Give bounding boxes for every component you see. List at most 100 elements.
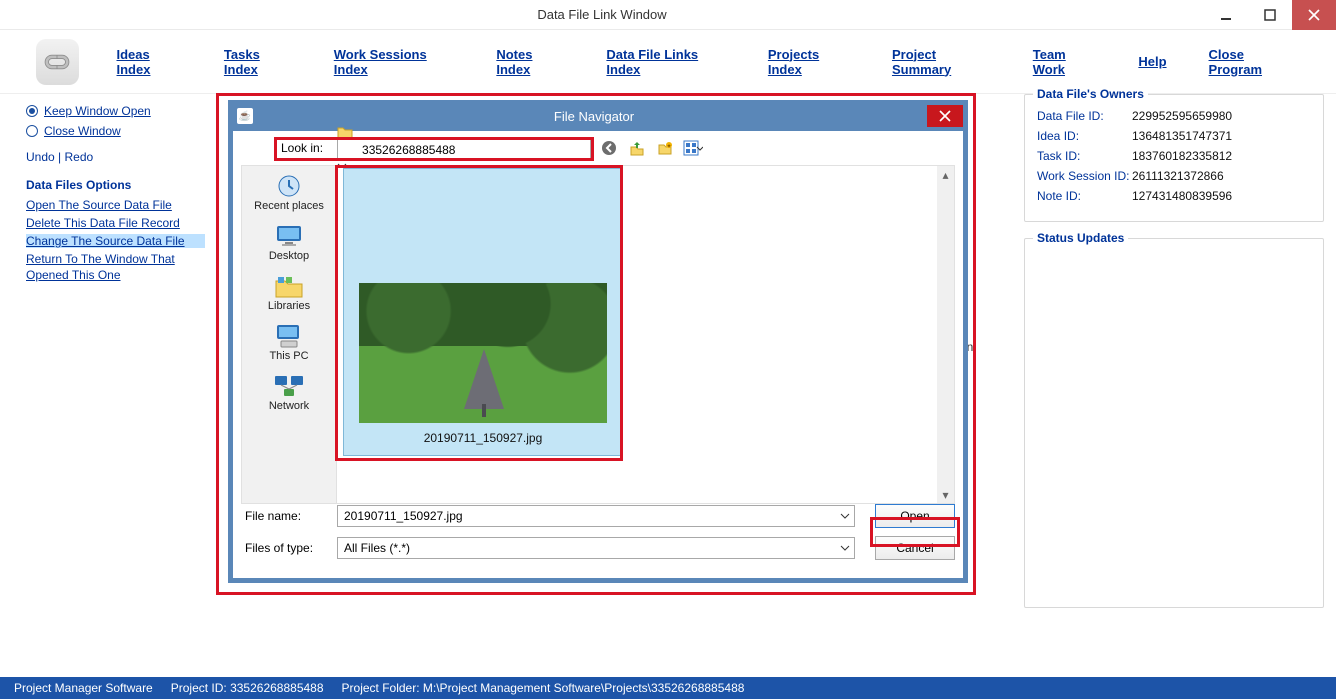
change-source-file-link[interactable]: Change The Source Data File xyxy=(26,234,205,248)
close-window-option[interactable]: Close Window xyxy=(26,124,205,138)
back-icon[interactable] xyxy=(599,138,619,158)
task-id-value: 183760182335812 xyxy=(1132,149,1232,163)
thispc-icon xyxy=(272,322,306,350)
place-libraries-label: Libraries xyxy=(268,300,310,312)
filename-value: 20190711_150927.jpg xyxy=(344,509,463,523)
menu-help[interactable]: Help xyxy=(1138,54,1166,69)
menu-data-file-links-index[interactable]: Data File Links Index xyxy=(606,47,725,77)
scrollbar[interactable]: ▴ ▾ xyxy=(937,166,954,503)
places-bar: Recent places Desktop Libraries This PC … xyxy=(241,165,337,504)
thumbnail-image xyxy=(359,283,607,423)
umbrella-icon xyxy=(459,349,509,417)
place-thispc[interactable]: This PC xyxy=(269,322,308,362)
keep-window-open-option[interactable]: Keep Window Open xyxy=(26,104,205,118)
dialog-toolbar: Look in: 33526268885488 ✦ xyxy=(235,131,961,161)
svg-text:✦: ✦ xyxy=(667,143,672,150)
window-titlebar: Data File Link Window xyxy=(0,0,1336,30)
network-icon xyxy=(272,372,306,400)
file-list-area[interactable]: 20190711_150927.jpg ▴ ▾ xyxy=(337,165,955,504)
dialog-body: Look in: 33526268885488 ✦ Recent places xyxy=(235,131,961,576)
status-project-id: Project ID: 33526268885488 xyxy=(171,681,324,695)
ws-id-label: Work Session ID: xyxy=(1037,169,1132,183)
chevron-down-icon xyxy=(840,543,850,553)
open-button[interactable]: Open xyxy=(875,504,955,528)
lookin-label: Look in: xyxy=(281,141,323,155)
menu-ideas-index[interactable]: Ideas Index xyxy=(117,47,182,77)
ws-id-value: 26111321372866 xyxy=(1132,169,1224,183)
lookin-value: 33526268885488 xyxy=(362,143,455,157)
place-desktop[interactable]: Desktop xyxy=(269,222,309,262)
filetype-select[interactable]: All Files (*.*) xyxy=(337,537,855,559)
scroll-down-icon[interactable]: ▾ xyxy=(937,486,954,503)
place-recent[interactable]: Recent places xyxy=(254,172,324,212)
menu-team-work[interactable]: Team Work xyxy=(1033,47,1097,77)
desktop-icon xyxy=(272,222,306,250)
scroll-up-icon[interactable]: ▴ xyxy=(937,166,954,183)
new-folder-icon[interactable]: ✦ xyxy=(655,138,675,158)
data-files-options-heading: Data Files Options xyxy=(26,178,205,192)
idea-id-value: 136481351747371 xyxy=(1132,129,1232,143)
recent-places-icon xyxy=(272,172,306,200)
undo-link[interactable]: Undo xyxy=(26,150,55,164)
place-network-label: Network xyxy=(269,400,309,412)
status-updates-legend: Status Updates xyxy=(1033,231,1128,245)
return-window-link[interactable]: Return To The Window That Opened This On… xyxy=(26,252,205,283)
place-thispc-label: This PC xyxy=(269,350,308,362)
filetype-label: Files of type: xyxy=(241,541,337,555)
libraries-icon xyxy=(272,272,306,300)
redo-link[interactable]: Redo xyxy=(64,150,93,164)
owners-groupbox: Data File's Owners Data File ID:22995259… xyxy=(1024,94,1324,222)
dialog-content: Recent places Desktop Libraries This PC … xyxy=(241,165,955,504)
thumbnail-caption: 20190711_150927.jpg xyxy=(424,431,543,445)
left-panel: Keep Window Open Close Window Undo | Red… xyxy=(0,94,215,677)
radio-unchecked-icon xyxy=(26,125,38,137)
view-menu-icon[interactable] xyxy=(683,138,703,158)
menubar: Ideas Index Tasks Index Work Sessions In… xyxy=(0,30,1336,94)
filename-input[interactable]: 20190711_150927.jpg xyxy=(337,505,855,527)
window-controls xyxy=(1204,0,1336,30)
app-logo-icon xyxy=(36,39,79,85)
file-navigator-dialog: ☕ File Navigator Look in: 33526268885488… xyxy=(228,100,968,583)
menu-notes-index[interactable]: Notes Index xyxy=(496,47,564,77)
status-updates-groupbox: Status Updates xyxy=(1024,238,1324,608)
java-icon: ☕ xyxy=(237,108,253,124)
keep-window-open-label: Keep Window Open xyxy=(44,104,151,118)
filename-label: File name: xyxy=(241,509,337,523)
dialog-close-button[interactable] xyxy=(927,105,963,127)
cancel-button[interactable]: Cancel xyxy=(875,536,955,560)
menu-work-sessions-index[interactable]: Work Sessions Index xyxy=(334,47,455,77)
open-button-label: Open xyxy=(900,509,929,523)
dialog-footer: File name: 20190711_150927.jpg Open File… xyxy=(241,504,955,570)
menu-project-summary[interactable]: Project Summary xyxy=(892,47,991,77)
radio-checked-icon xyxy=(26,105,38,117)
status-project-folder: Project Folder: M:\Project Management So… xyxy=(342,681,745,695)
up-icon[interactable] xyxy=(627,138,647,158)
owners-legend: Data File's Owners xyxy=(1033,87,1148,101)
task-id-label: Task ID: xyxy=(1037,149,1132,163)
menu-close-program[interactable]: Close Program xyxy=(1209,47,1294,77)
idea-id-label: Idea ID: xyxy=(1037,129,1132,143)
close-button[interactable] xyxy=(1292,0,1336,30)
chevron-down-icon xyxy=(840,511,850,521)
place-recent-label: Recent places xyxy=(254,200,324,212)
note-id-value: 127431480839596 xyxy=(1132,189,1232,203)
folder-icon xyxy=(337,125,591,139)
open-source-file-link[interactable]: Open The Source Data File xyxy=(26,198,205,212)
data-file-id-value: 229952595659980 xyxy=(1132,109,1232,123)
dialog-title: File Navigator xyxy=(261,109,927,124)
statusbar: Project Manager Software Project ID: 335… xyxy=(0,677,1336,699)
filetype-value: All Files (*.*) xyxy=(344,541,410,555)
menu-projects-index[interactable]: Projects Index xyxy=(768,47,850,77)
place-network[interactable]: Network xyxy=(269,372,309,412)
window-title: Data File Link Window xyxy=(0,7,1204,22)
file-thumbnail-selected[interactable]: 20190711_150927.jpg xyxy=(343,168,623,456)
note-id-label: Note ID: xyxy=(1037,189,1132,203)
delete-record-link[interactable]: Delete This Data File Record xyxy=(26,216,205,230)
minimize-button[interactable] xyxy=(1204,0,1248,30)
menu-tasks-index[interactable]: Tasks Index xyxy=(224,47,292,77)
data-file-id-label: Data File ID: xyxy=(1037,109,1132,123)
close-window-label: Close Window xyxy=(44,124,121,138)
maximize-button[interactable] xyxy=(1248,0,1292,30)
undo-redo: Undo | Redo xyxy=(26,150,205,164)
place-libraries[interactable]: Libraries xyxy=(268,272,310,312)
